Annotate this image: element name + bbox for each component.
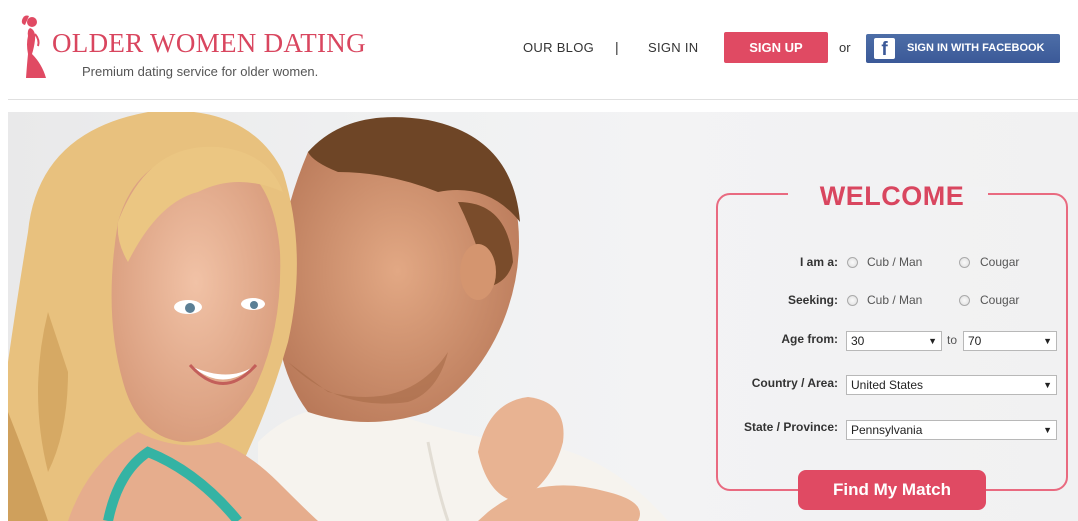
caret-down-icon: ▼ — [928, 336, 937, 346]
i-am-cub-man-label[interactable]: Cub / Man — [867, 255, 922, 269]
country-select[interactable]: United States ▼ — [846, 375, 1057, 395]
state-value: Pennsylvania — [851, 423, 923, 437]
seeking-label: Seeking: — [787, 293, 838, 307]
seeking-cougar-radio[interactable] — [959, 295, 970, 306]
nav-sign-in[interactable]: SIGN IN — [648, 40, 699, 55]
logo-title[interactable]: OLDER WOMEN DATING — [52, 28, 366, 59]
header-divider — [8, 99, 1078, 100]
age-to-value: 70 — [968, 334, 982, 348]
state-select[interactable]: Pennsylvania ▼ — [846, 420, 1057, 440]
seeking-cub-man-radio[interactable] — [847, 295, 858, 306]
state-label: State / Province: — [743, 420, 838, 434]
woman-in-dress-icon[interactable] — [20, 14, 54, 80]
i-am-cougar-radio[interactable] — [959, 257, 970, 268]
facebook-sign-in-label: SIGN IN WITH FACEBOOK — [907, 42, 1045, 54]
age-to-select[interactable]: 70 ▼ — [963, 331, 1057, 351]
facebook-sign-in-button[interactable]: f SIGN IN WITH FACEBOOK — [866, 34, 1060, 63]
country-label: Country / Area: — [751, 376, 838, 390]
site-header: OLDER WOMEN DATING Premium dating servic… — [0, 0, 1078, 100]
i-am-label: I am a: — [799, 255, 838, 269]
welcome-title: WELCOME — [819, 181, 965, 211]
seeking-cub-man-label[interactable]: Cub / Man — [867, 293, 922, 307]
age-from-value: 30 — [851, 334, 865, 348]
i-am-cougar-label[interactable]: Cougar — [980, 255, 1019, 269]
hero-banner: WELCOME I am a: Cub / Man Cougar Seeking… — [8, 112, 1078, 521]
find-my-match-button[interactable]: Find My Match — [798, 470, 986, 510]
i-am-cub-man-radio[interactable] — [847, 257, 858, 268]
country-value: United States — [851, 378, 924, 392]
caret-down-icon: ▼ — [1043, 380, 1052, 390]
logo-tagline: Premium dating service for older women. — [82, 64, 319, 79]
nav-our-blog[interactable]: OUR BLOG — [523, 40, 594, 55]
sign-up-button[interactable]: SIGN UP — [724, 32, 828, 63]
caret-down-icon: ▼ — [1043, 425, 1052, 435]
age-from-select[interactable]: 30 ▼ — [846, 331, 942, 351]
facebook-icon: f — [874, 38, 895, 59]
age-from-label: Age from: — [781, 332, 838, 346]
seeking-cougar-label[interactable]: Cougar — [980, 293, 1019, 307]
hero-couple-photo — [8, 112, 668, 521]
nav-separator: | — [615, 39, 619, 55]
caret-down-icon: ▼ — [1043, 336, 1052, 346]
or-text: or — [839, 40, 851, 55]
age-to-label: to — [947, 333, 958, 347]
welcome-search-form: WELCOME I am a: Cub / Man Cougar Seeking… — [716, 181, 1068, 510]
